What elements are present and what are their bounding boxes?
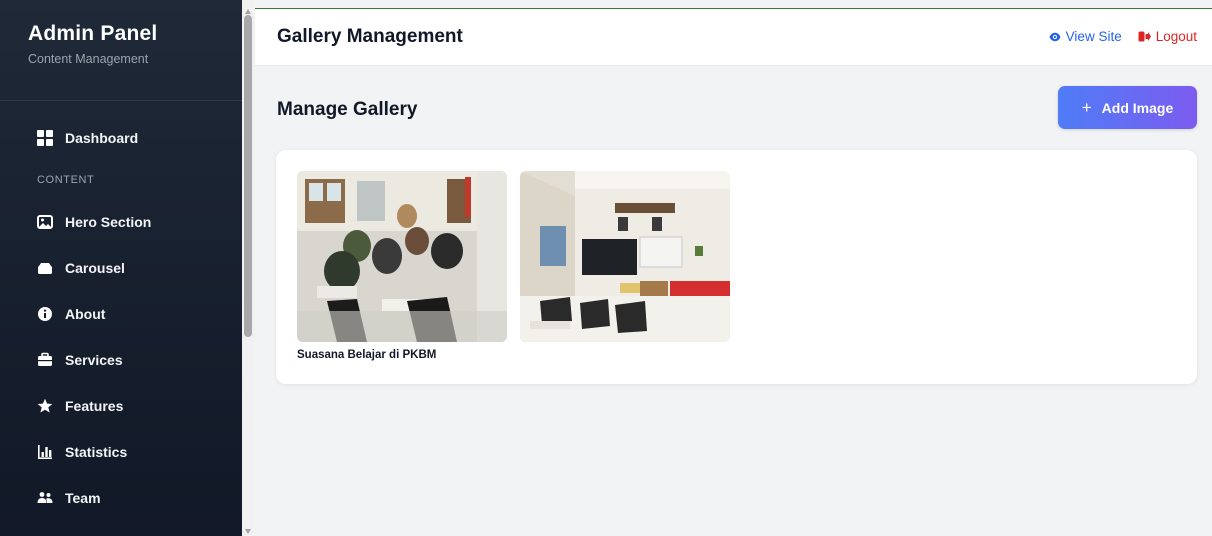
gallery-item[interactable]: Suasana Belajar di PKBM: [297, 171, 507, 361]
gallery-item[interactable]: [520, 171, 730, 349]
carousel-icon: [37, 260, 53, 276]
image-icon: [37, 214, 53, 230]
main-content: Manage Gallery + Add Image Suasana Belaj…: [255, 66, 1212, 536]
scroll-up-arrow-icon[interactable]: [245, 9, 251, 14]
brand-subtitle: Content Management: [28, 52, 149, 66]
sidebar: Admin Panel Content Management Dashboard…: [0, 0, 242, 536]
sidebar-section-content: CONTENT: [37, 174, 95, 186]
scrollbar-thumb[interactable]: [244, 15, 252, 337]
star-icon: [37, 398, 53, 414]
bar-chart-icon: [37, 444, 53, 460]
logout-link[interactable]: Logout: [1138, 29, 1197, 44]
sidebar-item-team[interactable]: Team: [0, 475, 242, 521]
gallery-card: Suasana Belajar di PKBM: [276, 150, 1197, 384]
header-actions: View Site Logout: [1033, 29, 1197, 44]
sidebar-item-label: Carousel: [65, 260, 125, 276]
gallery-thumbnail-classroom-empty[interactable]: [520, 171, 730, 342]
topbar: Gallery Management View Site Logout: [255, 8, 1212, 66]
info-icon: [37, 306, 53, 322]
sidebar-item-hero-section[interactable]: Hero Section: [0, 199, 242, 245]
gallery-thumbnail-classroom-students[interactable]: [297, 171, 507, 342]
sidebar-item-label: Features: [65, 398, 124, 414]
sidebar-item-services[interactable]: Services: [0, 337, 242, 383]
sidebar-item-label: Services: [65, 352, 123, 368]
briefcase-icon: [37, 352, 53, 368]
sidebar-item-dashboard[interactable]: Dashboard: [0, 115, 242, 161]
add-image-label: Add Image: [1101, 99, 1174, 116]
sidebar-item-statistics[interactable]: Statistics: [0, 429, 242, 475]
gallery-caption: Suasana Belajar di PKBM: [297, 349, 437, 361]
view-site-link[interactable]: View Site: [1049, 29, 1122, 44]
eye-icon: [1049, 32, 1061, 42]
page-title: Manage Gallery: [277, 99, 418, 120]
view-site-label: View Site: [1065, 29, 1122, 44]
logout-icon: [1138, 31, 1151, 42]
sidebar-item-label: Statistics: [65, 444, 128, 460]
sidebar-item-label: About: [65, 306, 106, 322]
sidebar-item-about[interactable]: About: [0, 291, 242, 337]
users-icon: [37, 490, 53, 506]
logout-label: Logout: [1155, 29, 1197, 44]
sidebar-nav: Dashboard CONTENT Hero Section Carousel …: [0, 101, 242, 521]
sidebar-item-label: Team: [65, 490, 101, 506]
plus-icon: +: [1081, 97, 1092, 117]
sidebar-item-label: Dashboard: [65, 130, 139, 146]
grid-icon: [37, 130, 53, 146]
sidebar-item-features[interactable]: Features: [0, 383, 242, 429]
sidebar-item-carousel[interactable]: Carousel: [0, 245, 242, 291]
header-title: Gallery Management: [277, 26, 463, 47]
sidebar-scrollbar[interactable]: [242, 0, 255, 536]
scroll-down-arrow-icon[interactable]: [245, 529, 251, 534]
add-image-button[interactable]: + Add Image: [1058, 86, 1197, 129]
brand: Admin Panel Content Management: [0, 0, 242, 101]
sidebar-item-label: Hero Section: [65, 214, 152, 230]
brand-title: Admin Panel: [28, 22, 158, 45]
